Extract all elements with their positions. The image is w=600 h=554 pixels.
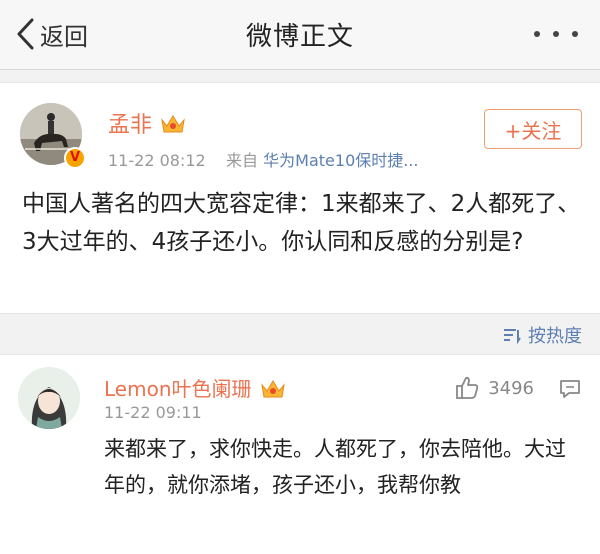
comment-time: 11-22 09:11: [104, 403, 202, 422]
reply-button[interactable]: [558, 377, 582, 405]
comment-sort-bar: 按热度: [0, 314, 600, 354]
more-dot-icon: [572, 31, 578, 37]
more-dot-icon: [534, 31, 540, 37]
author-avatar-wrap[interactable]: V: [20, 103, 86, 169]
verified-badge-icon: V: [64, 147, 86, 169]
post-meta: 11-22 08:12 来自 华为Mate10保时捷...: [108, 147, 419, 171]
page-title: 微博正文: [245, 22, 354, 52]
source-prefix: 来自: [226, 151, 259, 170]
sort-label: 按热度: [528, 326, 582, 347]
commenter-name-text: Lemon叶色阑珊: [104, 377, 252, 401]
commenter-name[interactable]: Lemon叶色阑珊: [104, 373, 286, 402]
comment-body-text: 来都来了，求你快走。人都死了，你去陪他。大过年的，就你添堵，孩子还小，我帮你教: [104, 437, 566, 497]
weibo-post-page: 返回 微博正文 V 孟非 11-22 08:12 来自 华为Mate10保时捷.…: [0, 0, 600, 554]
more-options-button[interactable]: [534, 24, 578, 44]
like-button[interactable]: 3496: [454, 375, 534, 401]
post-body-text: 中国人著名的四大宽容定律：1来都来了、2人都死了、3大过年的、4孩子还小。你认同…: [22, 191, 581, 255]
sort-by-hot-button[interactable]: 按热度: [502, 322, 582, 348]
sort-icon: [504, 329, 521, 344]
anime-avatar-icon: [18, 367, 80, 429]
vip-crown-icon: [260, 379, 285, 397]
top-navbar: 返回 微博正文: [0, 0, 600, 70]
author-name[interactable]: 孟非: [108, 107, 186, 139]
post-time: 11-22 08:12: [108, 151, 206, 170]
thumbs-up-icon: [456, 376, 479, 399]
like-count: 3496: [488, 377, 534, 399]
post-card: V 孟非 11-22 08:12 来自 华为Mate10保时捷... +关注 中…: [0, 82, 600, 314]
commenter-avatar[interactable]: [18, 367, 80, 429]
comment-item: Lemon叶色阑珊 11-22 09:11 3496 来都来了，求你快走。人都死…: [0, 354, 600, 554]
post-source-link[interactable]: 华为Mate10保时捷...: [263, 151, 418, 170]
more-dot-icon: [553, 31, 559, 37]
follow-button[interactable]: +关注: [484, 109, 582, 149]
comment-icon: [560, 380, 580, 398]
author-name-text: 孟非: [108, 113, 153, 138]
vip-crown-icon: [161, 115, 185, 133]
